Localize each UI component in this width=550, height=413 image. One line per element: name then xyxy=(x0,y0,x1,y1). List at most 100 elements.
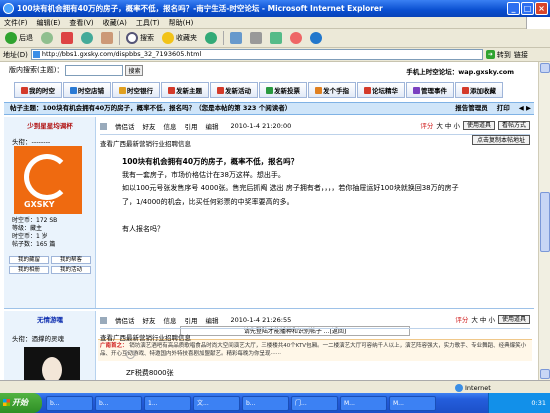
prev-next-link[interactable]: ◀ ▶ xyxy=(519,103,531,114)
refresh-button[interactable] xyxy=(79,31,95,46)
menu-view[interactable]: 查看(V) xyxy=(69,17,93,28)
go-button[interactable]: ➜ 转到 xyxy=(485,50,511,60)
nav-post-finger[interactable]: 发个手指 xyxy=(308,82,356,98)
action-quote[interactable]: 引用 xyxy=(185,121,198,131)
recruit-ad-link[interactable]: 查看广西最新营销行业招聘信息 xyxy=(100,134,530,148)
back-button[interactable]: 后退 xyxy=(3,31,35,46)
post-line: 如以100元号张发售序号 4000张。售完后抓阄 选出 房子拥有者，，，，若你抽… xyxy=(122,184,459,192)
author-button-0[interactable]: 我的藏留 xyxy=(9,256,49,264)
use-item-button[interactable]: 使用道具 xyxy=(497,314,530,324)
menu-bar: 文件(F) 编辑(E) 查看(V) 收藏(A) 工具(T) 帮助(H) xyxy=(0,17,550,29)
toolbar-separator xyxy=(223,31,224,45)
action-message[interactable]: 信息 xyxy=(164,121,177,131)
menu-help[interactable]: 帮助(H) xyxy=(169,17,194,28)
taskbar-task[interactable]: 门... xyxy=(291,395,338,411)
nav-admin-events[interactable]: 管理事件 xyxy=(406,82,454,98)
taskbar-task[interactable]: b... xyxy=(95,395,142,411)
action-friend[interactable]: 好友 xyxy=(143,315,156,325)
author-name[interactable]: 无情游嘿 xyxy=(4,314,96,324)
action-lover-talk[interactable]: 情侣话 xyxy=(115,315,135,325)
start-button[interactable]: 开始 xyxy=(0,393,42,413)
vertical-scrollbar[interactable] xyxy=(538,62,550,380)
nav-new-vote[interactable]: 发新投票 xyxy=(259,82,307,98)
avatar-logo: GXSKY xyxy=(24,200,55,209)
ie-icon xyxy=(3,3,14,14)
rate-link[interactable]: 评分 xyxy=(455,314,468,324)
taskbar-task[interactable]: M... xyxy=(389,395,436,411)
print-button[interactable] xyxy=(248,31,264,46)
taskbar-task[interactable]: b... xyxy=(242,395,289,411)
menu-file[interactable]: 文件(F) xyxy=(4,17,28,28)
nav-new-event[interactable]: 发新活动 xyxy=(210,82,258,98)
action-lover-talk[interactable]: 情侣话 xyxy=(115,121,135,131)
close-button[interactable]: × xyxy=(535,2,548,15)
author-button-1[interactable]: 我的帮客 xyxy=(51,256,91,264)
forward-arrow-icon xyxy=(41,32,53,44)
author-button-2[interactable]: 我的相册 xyxy=(9,266,49,274)
report-admin-link[interactable]: 报告管理员 xyxy=(455,103,488,114)
rate-link[interactable]: 评分 xyxy=(420,120,433,130)
nav-icon xyxy=(168,86,175,94)
nav-add-favorite[interactable]: 添加收藏 xyxy=(455,82,503,98)
edit-button[interactable] xyxy=(268,31,284,46)
font-size-links[interactable]: 大 中 小 xyxy=(436,120,460,130)
menu-edit[interactable]: 编辑(E) xyxy=(37,17,61,28)
nav-essence[interactable]: 论坛精华 xyxy=(357,82,405,98)
favorites-button[interactable]: 收藏夹 xyxy=(160,31,199,46)
refresh-icon xyxy=(81,32,93,44)
forum-search-input[interactable] xyxy=(65,64,124,76)
search-icon xyxy=(126,32,138,44)
forward-button[interactable] xyxy=(39,31,55,46)
nav-my-space[interactable]: 我的时空 xyxy=(14,82,62,98)
action-message[interactable]: 信息 xyxy=(164,315,177,325)
go-arrow-icon: ➜ xyxy=(485,50,495,59)
use-item-button[interactable]: 使用道具 xyxy=(462,120,495,130)
extra-button[interactable] xyxy=(308,31,324,46)
media-button[interactable] xyxy=(203,31,219,46)
author-button-3[interactable]: 我的活动 xyxy=(51,266,91,274)
action-edit[interactable]: 编辑 xyxy=(206,315,219,325)
wap-link[interactable]: 手机上时空论坛：wap.gxsky.com xyxy=(406,66,514,76)
links-button[interactable]: 链接 xyxy=(514,50,528,60)
nav-bank[interactable]: 时空银行 xyxy=(112,82,160,98)
home-button[interactable] xyxy=(99,31,115,46)
action-friend[interactable]: 好友 xyxy=(143,121,156,131)
scroll-up-button[interactable] xyxy=(540,63,550,73)
forum-search-button[interactable]: 搜索 xyxy=(125,64,144,76)
nav-icon xyxy=(364,86,371,94)
stop-button[interactable] xyxy=(59,31,75,46)
post-time: 2010-1-4 21:20:00 xyxy=(230,122,292,130)
home-icon xyxy=(101,32,113,44)
font-size-links[interactable]: 大 中 小 xyxy=(471,314,495,324)
menu-tools[interactable]: 工具(T) xyxy=(136,17,160,28)
post-action-bar: 情侣话 好友 信息 引用 编辑 2010-1-4 21:26:55 xyxy=(100,315,291,325)
status-bar: Internet xyxy=(0,380,550,393)
search-button[interactable]: 搜索 xyxy=(124,31,156,46)
view-mode-button[interactable]: 看帖方式 xyxy=(497,120,530,130)
post-line xyxy=(122,209,512,223)
print-link[interactable]: 打印 xyxy=(497,103,510,114)
author-name[interactable]: 少到星星均调杯 xyxy=(4,120,96,130)
post-icon xyxy=(100,316,107,324)
taskbar-task[interactable]: M... xyxy=(340,395,387,411)
address-input[interactable]: http://bbs1.gxsky.com/dispbbs_32_7193605… xyxy=(30,49,483,60)
action-quote[interactable]: 引用 xyxy=(185,315,198,325)
menu-favorites[interactable]: 收藏(A) xyxy=(103,17,127,28)
nav-shop[interactable]: 时空店铺 xyxy=(63,82,111,98)
clock: 0:31 xyxy=(531,399,546,407)
recruit-ad-link[interactable]: 查看广西最新营销行业招聘信息 xyxy=(100,328,530,342)
scroll-down-button[interactable] xyxy=(540,369,550,379)
taskbar-task[interactable]: 文... xyxy=(193,395,240,411)
maximize-button[interactable]: □ xyxy=(521,2,534,15)
minimize-button[interactable]: _ xyxy=(507,2,520,15)
action-edit[interactable]: 编辑 xyxy=(206,121,219,131)
taskbar-task[interactable]: b... xyxy=(46,395,93,411)
scroll-thumb[interactable] xyxy=(540,192,550,252)
mail-button[interactable] xyxy=(228,31,244,46)
taskbar-task[interactable]: 1... xyxy=(144,395,191,411)
nav-new-topic[interactable]: 发新主题 xyxy=(161,82,209,98)
nav-icon xyxy=(217,86,224,94)
copy-url-button[interactable]: 点击复制本帖地址 xyxy=(471,135,530,145)
messenger-button[interactable] xyxy=(288,31,304,46)
forum-nav-bar: 我的时空 时空店铺 时空银行 发新主题 发新活动 发新投票 发个手指 论坛精华 … xyxy=(14,82,526,98)
